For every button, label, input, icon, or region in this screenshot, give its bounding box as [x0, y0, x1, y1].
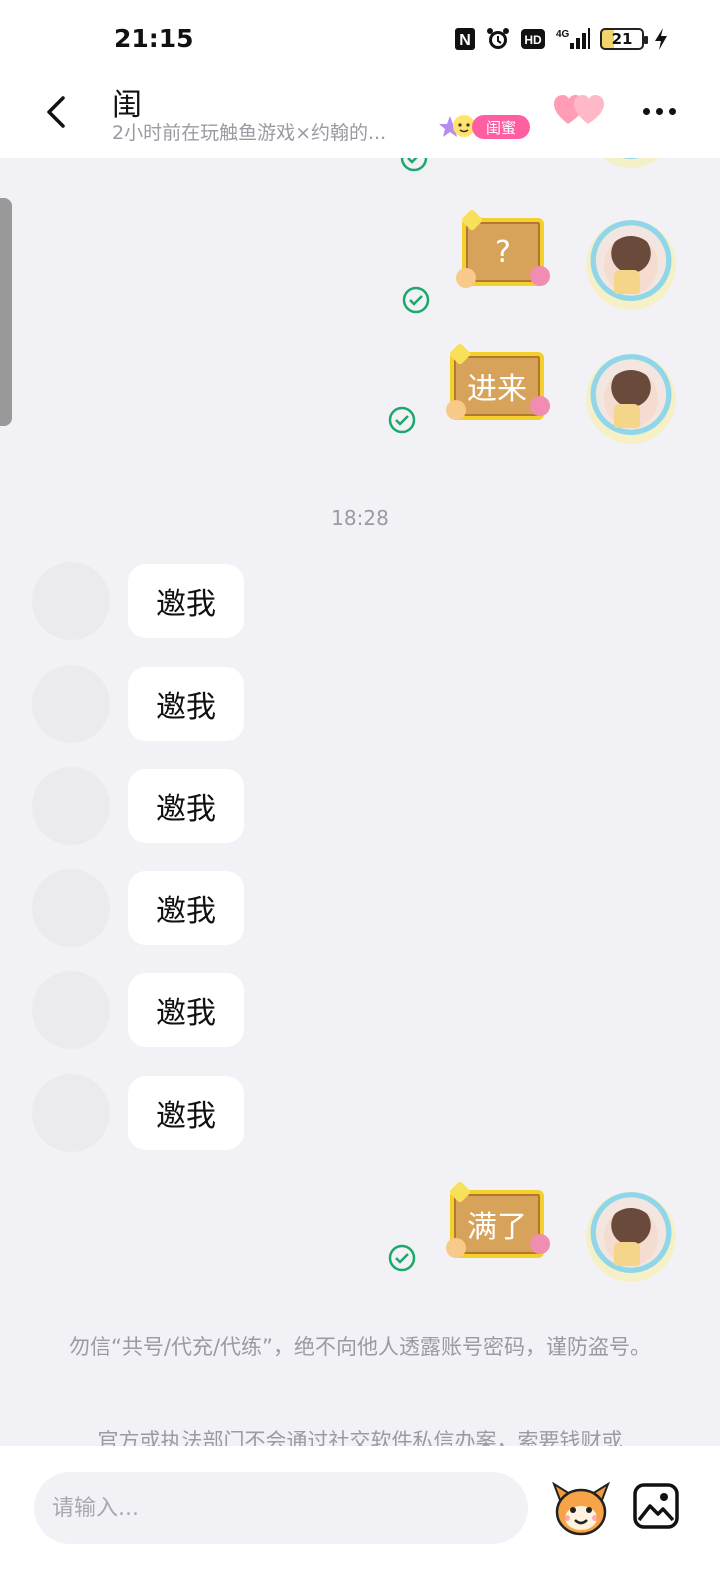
image-icon — [633, 1483, 679, 1529]
read-check-icon — [402, 286, 430, 314]
incoming-message: 邀我 — [0, 1074, 720, 1154]
my-avatar[interactable] — [586, 1192, 676, 1282]
message-bubble[interactable]: 邀我 — [128, 973, 244, 1047]
my-avatar[interactable] — [586, 354, 676, 444]
message-bubble[interactable]: 邀我 — [128, 564, 244, 638]
status-time: 21:15 — [114, 24, 194, 53]
incoming-message: 邀我 — [0, 971, 720, 1051]
more-options-button[interactable] — [634, 96, 684, 126]
contact-avatar[interactable] — [32, 562, 110, 640]
charging-icon — [654, 26, 668, 52]
svg-text:N: N — [459, 32, 471, 49]
cake-icon — [446, 1238, 466, 1258]
more-dot-icon — [655, 107, 663, 115]
contact-avatar[interactable] — [32, 971, 110, 1049]
chat-message-list[interactable]: ? 进来 18:28 邀我 邀我 邀我 邀我 邀我 邀我 满了 勿信“共号/代充… — [0, 158, 720, 1446]
character-sticker-icon — [530, 1234, 550, 1254]
incoming-message: 邀我 — [0, 562, 720, 642]
read-check-icon — [400, 158, 428, 172]
nfc-icon: N — [454, 26, 476, 52]
back-button[interactable] — [34, 90, 78, 134]
chat-header: 闺 2小时前在玩触鱼游戏×约翰的... 闺蜜 — [0, 80, 720, 158]
svg-text:4G: 4G — [556, 29, 570, 40]
safety-notice: 官方或执法部门不会通过社交软件私信办案，索要钱财或 — [97, 1429, 623, 1446]
heart-icon — [554, 95, 604, 124]
message-bubble[interactable]: 邀我 — [128, 769, 244, 843]
4g-signal-icon: 4G — [556, 26, 590, 52]
safety-notice: 勿信“共号/代充/代练”，绝不向他人透露账号密码，谨防盗号。 — [69, 1335, 651, 1359]
image-picker-button[interactable] — [630, 1480, 682, 1532]
character-sticker-icon — [530, 266, 550, 286]
battery-icon: 21 — [600, 26, 648, 52]
intimacy-heart-button[interactable] — [554, 94, 606, 128]
status-bar: 21:15 N HD 4G 21 — [0, 0, 720, 80]
cake-icon — [456, 268, 476, 288]
outgoing-message: ? — [0, 208, 720, 326]
character-sticker-icon — [530, 396, 550, 416]
message-input[interactable] — [34, 1472, 528, 1544]
contact-avatar[interactable] — [32, 665, 110, 743]
message-timestamp: 18:28 — [331, 506, 389, 530]
my-avatar[interactable] — [586, 220, 676, 310]
mascot-emoji-button[interactable] — [550, 1478, 612, 1538]
hd-icon: HD — [520, 26, 546, 52]
mascot-icon — [552, 1481, 610, 1536]
contact-avatar[interactable] — [32, 869, 110, 947]
status-icons: N HD 4G 21 — [454, 26, 668, 52]
relationship-badge[interactable]: 闺蜜 — [438, 114, 531, 140]
cake-icon — [446, 400, 466, 420]
svg-text:HD: HD — [524, 33, 542, 47]
more-dot-icon — [668, 107, 676, 115]
incoming-message: 邀我 — [0, 869, 720, 949]
incoming-message: 邀我 — [0, 767, 720, 847]
read-check-icon — [388, 1244, 416, 1272]
outgoing-message: 满了 — [0, 1180, 720, 1300]
more-dot-icon — [642, 107, 650, 115]
message-bubble[interactable]: 邀我 — [128, 871, 244, 945]
outgoing-message: 进来 — [0, 342, 720, 462]
badge-label: 闺蜜 — [472, 115, 531, 139]
message-bubble[interactable]: 邀我 — [128, 1076, 244, 1150]
contact-avatar[interactable] — [32, 1074, 110, 1152]
contact-avatar[interactable] — [32, 767, 110, 845]
read-check-icon — [388, 406, 416, 434]
message-bubble[interactable]: 邀我 — [128, 667, 244, 741]
message-input-bar — [0, 1446, 720, 1584]
chevron-left-icon — [47, 96, 65, 128]
alarm-icon — [486, 26, 510, 52]
chat-status-text: 2小时前在玩触鱼游戏×约翰的... — [112, 122, 387, 144]
my-avatar[interactable] — [586, 158, 676, 168]
incoming-message: 邀我 — [0, 665, 720, 745]
